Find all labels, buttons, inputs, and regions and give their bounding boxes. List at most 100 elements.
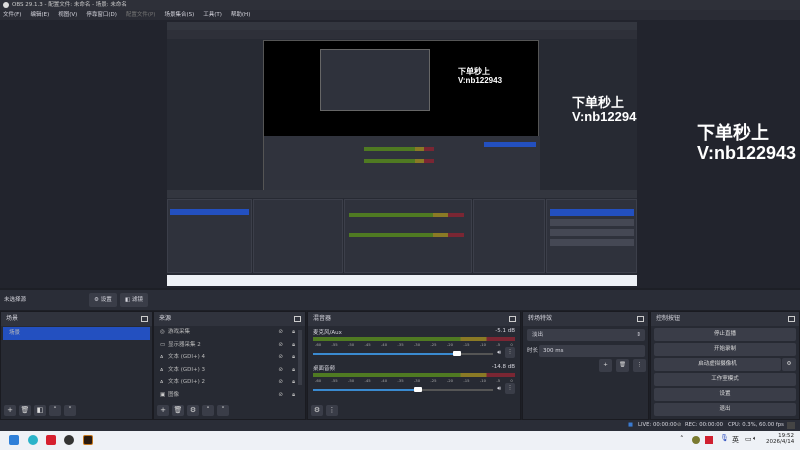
trash-icon[interactable]: 🗑 <box>172 405 184 416</box>
settings-button[interactable]: 设置 <box>654 388 796 401</box>
more-options-icon[interactable]: ⋮ <box>633 359 646 372</box>
tray-app-icon[interactable] <box>692 436 700 444</box>
exit-button[interactable]: 退出 <box>654 403 796 416</box>
volume-slider[interactable] <box>313 386 494 393</box>
preview-canvas[interactable]: 下单秒上 V:nb122943 下单秒上 V:nb122943 <box>167 22 637 286</box>
menu-profile[interactable]: 配置文件(P) <box>126 10 156 20</box>
menu-tools[interactable]: 工具(T) <box>203 10 222 20</box>
add-icon[interactable]: + <box>599 359 612 372</box>
trash-icon[interactable]: 🗑 <box>616 359 629 372</box>
chevron-up-icon[interactable]: ˄ <box>202 405 214 416</box>
sources-title: 来源 <box>159 315 172 322</box>
lock-icon[interactable]: 🔒︎ <box>292 376 295 389</box>
more-options-icon[interactable]: ⋮ <box>326 405 338 416</box>
game-app-icon[interactable] <box>83 435 93 445</box>
speaker-icon[interactable]: 🔈︎ <box>753 435 757 443</box>
channel-name: 桌面音频 <box>313 366 336 372</box>
nested-scenes-dock <box>167 199 252 273</box>
scene-item[interactable]: 场景 <box>3 327 150 340</box>
meter-tick: -25 <box>430 378 437 383</box>
source-filters-button[interactable]: ◧ 滤镜 <box>120 293 148 307</box>
taskbar: ˄ 🎙︎ 英 ▭ 🔈︎ 19:52 2026/4/14 <box>0 431 800 450</box>
advanced-audio-gear-icon[interactable]: ⚙ <box>311 405 323 416</box>
resize-grip[interactable] <box>787 422 795 429</box>
source-item[interactable]: ▣ 图像 ⊘ 🔒︎ <box>154 389 305 402</box>
ime-indicator[interactable]: 英 <box>732 435 739 445</box>
lock-icon[interactable]: 🔒︎ <box>292 351 295 364</box>
transitions-title: 转场特效 <box>528 315 553 322</box>
chevron-down-icon[interactable]: ˅ <box>64 405 76 416</box>
source-settings-button[interactable]: ⚙ 设置 <box>89 293 117 307</box>
scenes-title: 场景 <box>6 315 19 322</box>
menu-file[interactable]: 文件(F) <box>3 10 21 20</box>
start-recording-button[interactable]: 开始录制 <box>654 343 796 356</box>
source-label: 文本 (GDI+) 4 <box>168 354 206 360</box>
duration-input[interactable]: 300 ms <box>539 345 645 357</box>
studio-mode-button[interactable]: 工作室模式 <box>654 373 796 386</box>
text-icon: ᴀ <box>160 354 164 360</box>
menu-view[interactable]: 视图(V) <box>58 10 77 20</box>
gear-icon[interactable]: ⚙ <box>782 358 796 371</box>
transitions-dock: 转场特效 淡出 ⇕ 时长 300 ms + 🗑 ⋮ <box>522 311 649 420</box>
add-icon[interactable]: + <box>4 405 16 416</box>
speaker-icon[interactable]: 🔊︎ <box>497 385 501 393</box>
float-dock-icon[interactable] <box>294 316 301 322</box>
menu-scene-collection[interactable]: 场景集合(S) <box>164 10 194 20</box>
eye-icon[interactable]: ⊘ <box>278 376 283 389</box>
menu-edit[interactable]: 编辑(E) <box>30 10 49 20</box>
transition-type-select[interactable]: 淡出 ⇕ <box>527 329 645 341</box>
lock-icon[interactable]: 🔒︎ <box>292 389 295 402</box>
stop-streaming-button[interactable]: 停止直播 <box>654 328 796 341</box>
chevron-down-icon[interactable]: ˅ <box>217 405 229 416</box>
slider-handle[interactable] <box>413 386 422 392</box>
more-options-icon[interactable]: ⋮ <box>505 347 515 358</box>
eye-icon[interactable]: ⊘ <box>278 326 283 339</box>
microphone-icon[interactable]: 🎙︎ <box>720 434 729 442</box>
meter-tick: -30 <box>413 378 421 383</box>
obs-app-icon[interactable] <box>64 435 74 445</box>
eye-icon[interactable]: ⊘ <box>278 351 283 364</box>
netease-music-icon[interactable] <box>46 435 56 445</box>
chevron-up-icon[interactable]: ˄ <box>49 405 61 416</box>
source-item[interactable]: ▭ 显示器采集 2 ⊘ 🔒︎ <box>154 339 305 352</box>
speaker-icon[interactable]: 🔊︎ <box>497 349 501 357</box>
lock-icon[interactable]: 🔒︎ <box>292 364 295 377</box>
lock-icon[interactable]: 🔒︎ <box>292 339 295 352</box>
meter-tick: -50 <box>347 378 355 383</box>
nested-meter <box>364 147 434 151</box>
menu-help[interactable]: 帮助(H) <box>231 10 250 20</box>
scrollbar[interactable] <box>298 330 302 385</box>
source-item[interactable]: ᴀ 文本 (GDI+) 4 ⊘ 🔒︎ <box>154 351 305 364</box>
trash-icon[interactable]: 🗑 <box>19 405 31 416</box>
network-icon[interactable]: ▭ <box>745 435 752 443</box>
float-dock-icon[interactable] <box>637 316 644 322</box>
source-item[interactable]: ᴀ 文本 (GDI+) 3 ⊘ 🔒︎ <box>154 364 305 377</box>
source-item[interactable]: ◎ 游戏采集 ⊘ 🔒︎ <box>154 326 305 339</box>
channel-name: 麦克风/Aux <box>313 330 342 336</box>
gear-icon[interactable]: ⚙ <box>187 405 199 416</box>
windows-start-icon[interactable] <box>9 435 19 445</box>
source-item[interactable]: ᴀ 文本 (GDI+) 2 ⊘ 🔒︎ <box>154 376 305 389</box>
mixer-channel: 麦克风/Aux -5.1 dB -60 -55 -50 -45 -40 -35 -30 -25 -2… <box>313 328 515 358</box>
eye-icon[interactable]: ⊘ <box>278 364 283 377</box>
menu-docks[interactable]: 停靠窗口(D) <box>86 10 117 20</box>
float-dock-icon[interactable] <box>509 316 516 322</box>
channel-db: -5.1 dB <box>495 328 515 334</box>
more-options-icon[interactable]: ⋮ <box>505 383 515 394</box>
volume-slider[interactable] <box>313 350 494 357</box>
lock-icon[interactable]: 🔒︎ <box>292 326 295 339</box>
meter-tick: -30 <box>413 342 421 347</box>
chevron-up-icon[interactable]: ˄ <box>680 435 684 443</box>
float-dock-icon[interactable] <box>141 316 148 322</box>
edge-browser-icon[interactable] <box>28 435 38 445</box>
eye-icon[interactable]: ⊘ <box>278 339 283 352</box>
eye-icon[interactable]: ⊘ <box>278 389 283 402</box>
slider-handle[interactable] <box>453 350 462 356</box>
filter-icon[interactable]: ◧ <box>34 405 46 416</box>
tray-app-icon[interactable] <box>705 436 713 444</box>
float-dock-icon[interactable] <box>788 316 795 322</box>
clock[interactable]: 19:52 2026/4/14 <box>766 433 794 445</box>
start-virtual-camera-button[interactable]: 启动虚拟摄像机 <box>654 358 781 371</box>
add-icon[interactable]: + <box>157 405 169 416</box>
rec-indicator-icon: ⊘ <box>677 422 682 428</box>
